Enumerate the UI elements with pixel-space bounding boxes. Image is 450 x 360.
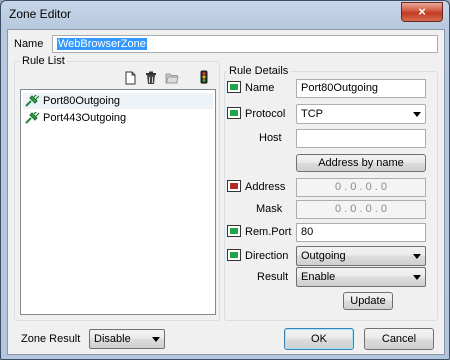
chevron-down-icon	[413, 112, 421, 117]
address-input[interactable]: 0 . 0 . 0 . 0	[296, 178, 426, 197]
rule-name-label: Name	[245, 82, 275, 94]
rule-list-item-port80[interactable]: Port80Outgoing	[23, 93, 213, 109]
remport-status-icon[interactable]	[227, 225, 241, 237]
direction-value: Outgoing	[301, 250, 346, 262]
rule-list-item-label: Port443Outgoing	[43, 112, 127, 124]
plug-allowed-icon	[25, 112, 39, 124]
ok-button[interactable]: OK	[284, 328, 354, 350]
chevron-down-icon	[152, 337, 160, 342]
close-button[interactable]: ×	[401, 2, 443, 22]
address-by-name-button[interactable]: Address by name	[296, 154, 426, 172]
name-status-icon[interactable]	[227, 81, 241, 93]
cancel-button[interactable]: Cancel	[364, 328, 434, 350]
dialog-body: Name WebBrowserZone Rule List Port80Outg…	[7, 29, 445, 355]
trash-icon[interactable]	[144, 71, 158, 85]
rule-list[interactable]: Port80Outgoing Port443Outgoing	[20, 89, 216, 315]
rule-name-input[interactable]: Port80Outgoing	[296, 79, 426, 98]
address-status-icon[interactable]	[227, 180, 241, 192]
rule-details-label: Rule Details	[227, 65, 291, 77]
result-label: Result	[257, 271, 289, 283]
remport-value: 80	[301, 226, 314, 238]
zone-result-value: Disable	[94, 333, 131, 345]
result-select[interactable]: Enable	[296, 267, 426, 287]
traffic-light-icon[interactable]	[197, 70, 211, 84]
mask-input[interactable]: 0 . 0 . 0 . 0	[296, 200, 426, 219]
remport-input[interactable]: 80	[296, 223, 426, 242]
chevron-down-icon	[413, 275, 421, 280]
direction-label: Direction	[245, 250, 289, 262]
new-document-icon[interactable]	[123, 71, 137, 85]
protocol-select[interactable]: TCP	[296, 104, 426, 124]
rule-name-value: Port80Outgoing	[301, 82, 379, 94]
chevron-down-icon	[413, 254, 421, 259]
mask-label: Mask	[256, 203, 283, 215]
rule-list-item-label: Port80Outgoing	[43, 95, 121, 107]
result-value: Enable	[301, 271, 336, 283]
host-input[interactable]	[296, 129, 426, 148]
title-bar[interactable]: Zone Editor ×	[1, 1, 449, 27]
zone-editor-window: Zone Editor × Name WebBrowserZone Rule L…	[0, 0, 450, 360]
host-label: Host	[259, 132, 282, 144]
address-value: 0 . 0 . 0 . 0	[335, 181, 387, 193]
address-label: Address	[245, 181, 286, 193]
zone-name-label: Name	[14, 38, 44, 50]
zone-name-value: WebBrowserZone	[57, 38, 147, 50]
protocol-label: Protocol	[245, 108, 286, 120]
mask-value: 0 . 0 . 0 . 0	[335, 203, 387, 215]
zone-result-select[interactable]: Disable	[89, 329, 165, 349]
direction-select[interactable]: Outgoing	[296, 246, 426, 266]
zone-result-label: Zone Result	[21, 333, 81, 345]
direction-status-icon[interactable]	[227, 249, 241, 261]
protocol-status-icon[interactable]	[227, 107, 241, 119]
protocol-value: TCP	[301, 108, 323, 120]
open-folder-icon[interactable]	[165, 71, 179, 85]
window-title: Zone Editor	[9, 7, 72, 21]
rule-list-item-port443[interactable]: Port443Outgoing	[23, 110, 213, 126]
remport-label: Rem.Port	[245, 226, 292, 238]
zone-name-input[interactable]: WebBrowserZone	[52, 35, 438, 53]
rule-list-label: Rule List	[20, 55, 67, 67]
update-button[interactable]: Update	[343, 292, 393, 310]
plug-allowed-icon	[25, 95, 39, 107]
